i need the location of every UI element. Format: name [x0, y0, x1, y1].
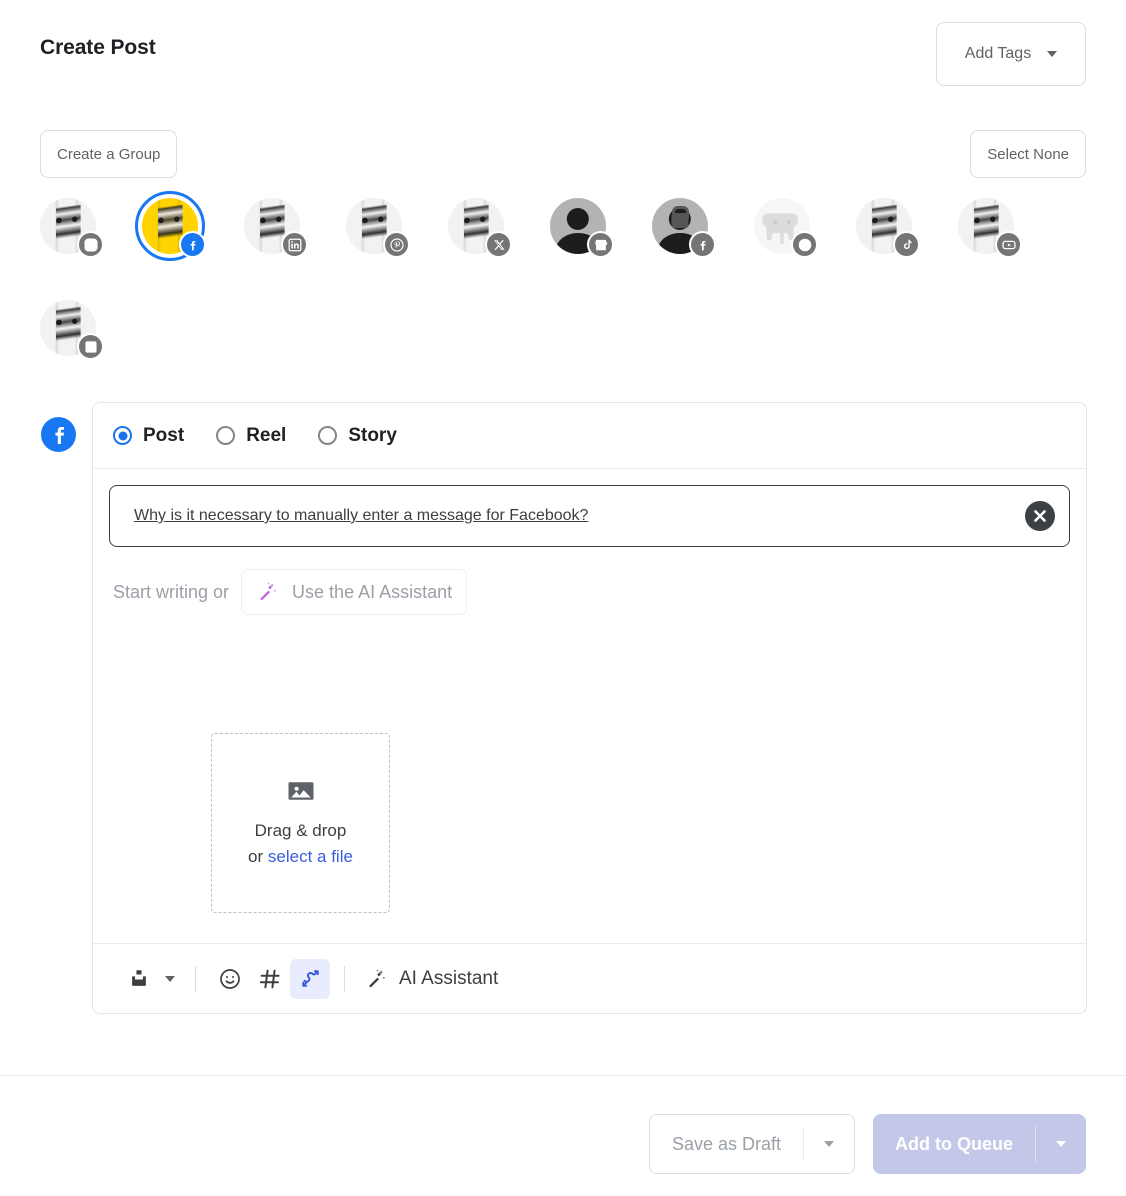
compose-start-row: Start writing or Use the AI Assistant [93, 547, 1086, 615]
account-avatar-youtube[interactable] [958, 198, 1022, 258]
instagram-icon [77, 231, 104, 258]
blog-icon [77, 333, 104, 360]
toolbar-divider [195, 965, 196, 992]
account-avatar-facebook[interactable] [135, 191, 206, 261]
account-avatar-linkedin[interactable] [244, 198, 308, 258]
save-as-draft-button[interactable]: Save as Draft [648, 1114, 855, 1174]
post-type-label: Story [348, 424, 397, 446]
account-avatar-mastodon[interactable] [754, 198, 818, 258]
account-avatar-pinterest[interactable] [346, 198, 410, 258]
create-a-group-button[interactable]: Create a Group [40, 130, 178, 178]
pinterest-icon [383, 231, 410, 258]
emoji-icon[interactable] [210, 959, 250, 999]
select-none-button[interactable]: Select None [970, 130, 1086, 178]
post-type-label: Post [143, 424, 185, 446]
google-business-icon [587, 231, 614, 258]
add-tags-button[interactable]: Add Tags [936, 22, 1086, 86]
composer-toolbar: AI Assistant [93, 943, 1086, 1013]
toolbar-divider-2 [344, 965, 345, 992]
youtube-icon [995, 231, 1022, 258]
account-avatar-facebook-group[interactable] [652, 198, 716, 258]
magic-wand-icon [365, 968, 387, 990]
add-to-queue-chevron-down-icon[interactable] [1036, 1114, 1086, 1174]
media-dropzone[interactable]: Drag & drop or select a file [211, 733, 390, 913]
footer-actions: Save as Draft Add to Queue [648, 1114, 1086, 1174]
radio-button[interactable] [216, 426, 236, 445]
dropzone-text: Drag & drop or select a file [248, 818, 353, 871]
post-type-option-story[interactable]: Story [318, 425, 397, 447]
mastodon-icon [791, 231, 818, 258]
facebook-group-icon [689, 231, 716, 258]
tiktok-icon [893, 231, 920, 258]
page-header: Create Post Add Tags [40, 22, 1086, 86]
facebook-icon [41, 417, 76, 452]
notice-link[interactable]: Why is it necessary to manually enter a … [134, 507, 588, 525]
magic-wand-icon [256, 581, 278, 603]
account-avatar-tiktok[interactable] [856, 198, 920, 258]
post-composer: Post Reel Story Why is it necessary to man… [92, 402, 1087, 1014]
ai-assistant-label: AI Assistant [399, 967, 499, 989]
page-title: Create Post [40, 36, 156, 59]
footer-divider [0, 1075, 1126, 1076]
add-tags-label: Add Tags [964, 45, 1032, 62]
dropzone-line1: Drag & drop [254, 820, 347, 840]
ai-assistant-button[interactable]: AI Assistant [359, 968, 504, 990]
write-placeholder: Start writing or [113, 581, 230, 602]
post-type-label: Reel [246, 424, 287, 446]
account-avatar-google-business[interactable] [550, 198, 614, 258]
chevron-down-icon [1047, 51, 1058, 57]
create-post-page: Create Post Add Tags Create a Group Sele… [0, 0, 1126, 1196]
account-avatar-blog[interactable] [40, 300, 104, 360]
linkedin-icon [281, 231, 308, 258]
image-icon [286, 776, 316, 806]
create-a-group-label: Create a Group [57, 145, 161, 163]
select-none-label: Select None [987, 145, 1069, 163]
post-text-editor[interactable] [93, 615, 1086, 733]
ai-chip-label: Use the AI Assistant [292, 581, 453, 602]
group-controls-row: Create a Group Select None [40, 130, 1086, 178]
post-type-radio-group: Post Reel Story [93, 403, 1086, 469]
dropzone-line2-prefix: or [248, 847, 268, 866]
facebook-icon [179, 231, 206, 258]
account-selector-list [40, 191, 1086, 360]
add-to-queue-label: Add to Queue [895, 1133, 1013, 1154]
select-a-file-link[interactable]: select a file [268, 847, 353, 866]
save-as-draft-chevron-down-icon[interactable] [804, 1115, 854, 1173]
radio-button[interactable] [113, 426, 132, 445]
x-twitter-icon [485, 231, 512, 258]
hashtag-icon[interactable] [250, 959, 290, 999]
upload-tray-icon[interactable] [119, 959, 159, 999]
link-shortener-icon[interactable] [290, 958, 330, 999]
close-icon[interactable] [1025, 501, 1055, 531]
use-ai-assistant-button[interactable]: Use the AI Assistant [241, 569, 468, 615]
save-as-draft-label: Save as Draft [671, 1133, 781, 1154]
facebook-manual-message-notice: Why is it necessary to manually enter a … [109, 485, 1070, 547]
account-avatar-instagram[interactable] [40, 198, 104, 258]
add-to-queue-button[interactable]: Add to Queue [873, 1114, 1086, 1174]
post-type-option-post[interactable]: Post [113, 425, 184, 447]
radio-button[interactable] [318, 426, 338, 445]
account-avatar-x-twitter[interactable] [448, 198, 512, 258]
upload-options-chevron-down-icon[interactable] [159, 961, 181, 997]
post-type-option-reel[interactable]: Reel [216, 425, 286, 447]
